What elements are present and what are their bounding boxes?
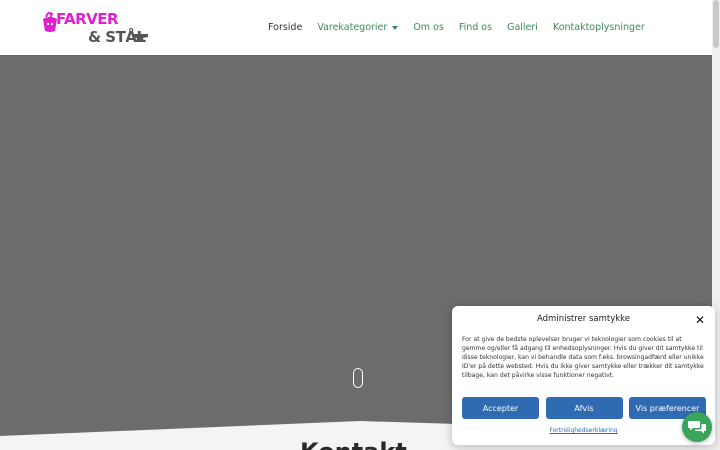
- site-header: FARVER & STÅL Forside Varekategorier Om …: [0, 0, 712, 55]
- nav-item-kontaktoplysninger[interactable]: Kontaktoplysninger: [553, 22, 645, 33]
- logo-word-farver: FARVER: [56, 10, 119, 28]
- chevron-down-icon: [392, 25, 399, 30]
- nav-item-label: Kontaktoplysninger: [552, 22, 645, 33]
- cookie-consent-dialog: Administrer samtykke ✕ For at give de be…: [452, 306, 715, 445]
- nav-item-forside[interactable]: Forside: [268, 22, 302, 33]
- anvil-icon: [132, 34, 148, 42]
- nav-item-varekategorier[interactable]: Varekategorier: [317, 22, 399, 33]
- consent-title: Administrer samtykke: [537, 314, 630, 324]
- nav-item-label: Varekategorier: [317, 22, 388, 33]
- nav-item-label: Forside: [268, 22, 303, 33]
- close-icon[interactable]: ✕: [695, 314, 705, 326]
- nav-item-label: Galleri: [507, 22, 538, 33]
- scrollbar-thumb[interactable]: [713, 0, 719, 48]
- section-heading: Kontakt: [300, 440, 407, 450]
- deny-button[interactable]: Afvis: [545, 397, 623, 419]
- nav-item-om-os[interactable]: Om os: [413, 22, 444, 33]
- site-logo[interactable]: FARVER & STÅL: [38, 9, 150, 47]
- nav-item-galleri[interactable]: Galleri: [507, 22, 538, 33]
- chat-widget-button[interactable]: [682, 412, 712, 442]
- main-nav: Forside Varekategorier Om os Find os Gal…: [268, 0, 660, 55]
- consent-buttons: Accepter Afvis Vis præferencer: [462, 397, 706, 419]
- privacy-policy-link[interactable]: Fortrolighedserklæring: [452, 427, 715, 434]
- consent-text: For at give de bedste oplevelser bruger …: [462, 336, 704, 379]
- nav-item-label: Find os: [458, 22, 493, 33]
- nav-item-find-os[interactable]: Find os: [459, 22, 492, 33]
- scroll-mouse-icon[interactable]: [353, 368, 363, 388]
- accept-button[interactable]: Accepter: [462, 397, 539, 419]
- chat-icon: [688, 420, 706, 433]
- nav-item-label: Om os: [413, 22, 444, 33]
